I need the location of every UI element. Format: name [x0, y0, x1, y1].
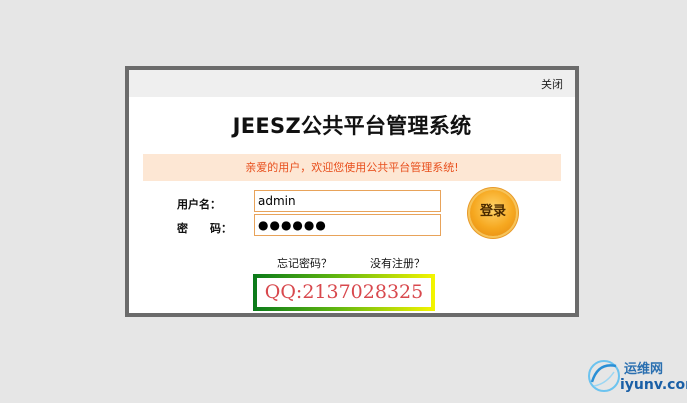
password-label: 密 码：: [177, 222, 232, 235]
username-input[interactable]: [254, 190, 441, 212]
login-dialog: 关闭 JEESZ公共平台管理系统 亲爱的用户，欢迎您使用公共平台管理系统! 用户…: [125, 66, 579, 317]
username-label: 用户名：: [177, 198, 221, 211]
qq-text: QQ:2137028325: [257, 278, 431, 307]
close-link[interactable]: 关闭: [541, 76, 563, 92]
welcome-message: 亲爱的用户，欢迎您使用公共平台管理系统!: [143, 154, 561, 181]
login-button[interactable]: 登录: [470, 190, 516, 236]
dialog-topbar: 关闭: [129, 70, 575, 97]
qq-banner: QQ:2137028325: [253, 274, 435, 311]
watermark-logo-icon: [588, 360, 620, 392]
watermark: 运维网 iyunv.com: [584, 352, 687, 402]
register-link[interactable]: 没有注册？: [370, 255, 425, 271]
page-title: JEESZ公共平台管理系统: [232, 114, 472, 138]
watermark-text-en: iyunv.com: [620, 377, 687, 393]
watermark-text-cn: 运维网: [624, 362, 664, 377]
forgot-password-link[interactable]: 忘记密码？: [277, 255, 332, 271]
password-input[interactable]: [254, 214, 441, 236]
